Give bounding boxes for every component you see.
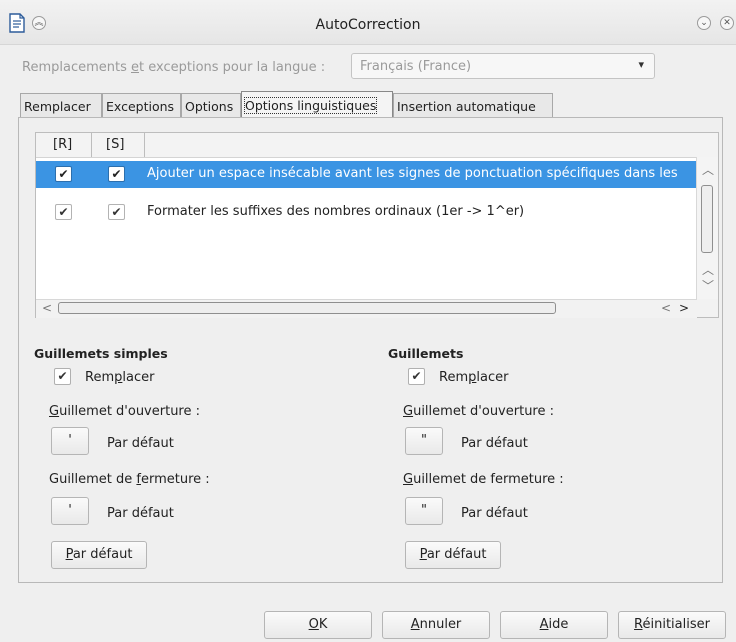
checkbox-r[interactable]: ✔ [55, 204, 72, 220]
checkbox-s[interactable]: ✔ [108, 204, 125, 220]
tab-exceptions[interactable]: Exceptions [102, 93, 181, 117]
checkbox-r[interactable]: ✔ [55, 166, 72, 182]
minimize-icon[interactable]: ⌄ [697, 16, 711, 30]
scroll-left-icon[interactable]: < [42, 301, 52, 315]
scroll-left-icon[interactable]: < [661, 301, 671, 315]
close-icon[interactable]: ✕ [720, 16, 734, 30]
double-opening-label: Guillemet d'ouverture : [403, 404, 555, 419]
single-closing-button[interactable]: ' [51, 497, 89, 525]
checkbox-s[interactable]: ✔ [108, 166, 125, 182]
column-header-s[interactable]: [S] [106, 137, 124, 152]
tab-insertion-automatique[interactable]: Insertion automatique [393, 93, 553, 117]
list-item-label: Formater les suffixes des nombres ordina… [147, 204, 525, 219]
single-opening-label: Guillemet d'ouverture : [49, 404, 201, 419]
column-header-r[interactable]: [R] [53, 137, 72, 152]
options-list[interactable]: [R] [S] ✔ ✔ Ajouter un espace insécable … [35, 132, 719, 318]
double-closing-label: Guillemet de fermeture : [403, 472, 564, 487]
title-bar: ︽ AutoCorrection ⌄ ✕ [0, 0, 736, 45]
list-item[interactable]: ✔ ✔ Ajouter un espace insécable avant le… [36, 161, 697, 188]
single-closing-label: Guillemet de fermeture : [49, 472, 210, 487]
list-item[interactable]: ✔ ✔ Formater les suffixes des nombres or… [36, 199, 697, 226]
single-opening-default: Par défaut [107, 436, 174, 451]
single-replace-checkbox[interactable]: ✔ [54, 368, 71, 385]
list-item-label: Ajouter un espace insécable avant les si… [147, 166, 678, 181]
double-replace-checkbox[interactable]: ✔ [408, 368, 425, 385]
language-value: Français (France) [360, 59, 472, 74]
tab-options-linguistiques[interactable]: Options linguistiques [241, 91, 393, 117]
chevron-down-icon: ▾ [638, 58, 644, 71]
single-default-button[interactable]: Par défaut [51, 541, 147, 569]
double-replace-label: Remplacer [439, 370, 509, 385]
vertical-scrollbar[interactable]: ︿ ︿ ﹀ [696, 157, 718, 299]
double-default-button[interactable]: Par défaut [405, 541, 501, 569]
check-icon: ✔ [57, 369, 68, 383]
check-icon: ✔ [111, 205, 122, 219]
double-opening-button[interactable]: " [405, 427, 443, 455]
single-replace-label: Remplacer [85, 370, 155, 385]
check-icon: ✔ [58, 167, 69, 181]
check-icon: ✔ [58, 205, 69, 219]
check-icon: ✔ [111, 167, 122, 181]
double-closing-default: Par défaut [461, 506, 528, 521]
scroll-down-icon[interactable]: ﹀ [702, 277, 714, 294]
horizontal-scroll-thumb[interactable] [58, 302, 556, 314]
window-title: AutoCorrection [315, 17, 421, 33]
scroll-up-icon[interactable]: ︿ [702, 161, 714, 178]
single-opening-button[interactable]: ' [51, 427, 89, 455]
vertical-scroll-thumb[interactable] [701, 185, 713, 253]
horizontal-scrollbar[interactable]: < < > [36, 299, 697, 318]
tab-remplacer[interactable]: Remplacer [20, 93, 102, 117]
language-label: Remplacements et exceptions pour la lang… [22, 60, 326, 75]
reset-button[interactable]: Réinitialiser [618, 611, 726, 639]
double-closing-button[interactable]: " [405, 497, 443, 525]
double-quotes-title: Guillemets [388, 346, 464, 361]
help-button[interactable]: Aide [500, 611, 608, 639]
cancel-button[interactable]: Annuler [382, 611, 490, 639]
tab-options[interactable]: Options [181, 93, 241, 117]
scroll-up-icon[interactable]: ︿ [702, 261, 714, 278]
single-closing-default: Par défaut [107, 506, 174, 521]
ok-button[interactable]: OK [264, 611, 372, 639]
single-quotes-title: Guillemets simples [34, 346, 168, 361]
language-select[interactable]: Français (France) ▾ [351, 53, 655, 79]
double-opening-default: Par défaut [461, 436, 528, 451]
scroll-right-icon[interactable]: > [679, 301, 689, 315]
list-header: [R] [S] [36, 133, 718, 158]
check-icon: ✔ [411, 369, 422, 383]
